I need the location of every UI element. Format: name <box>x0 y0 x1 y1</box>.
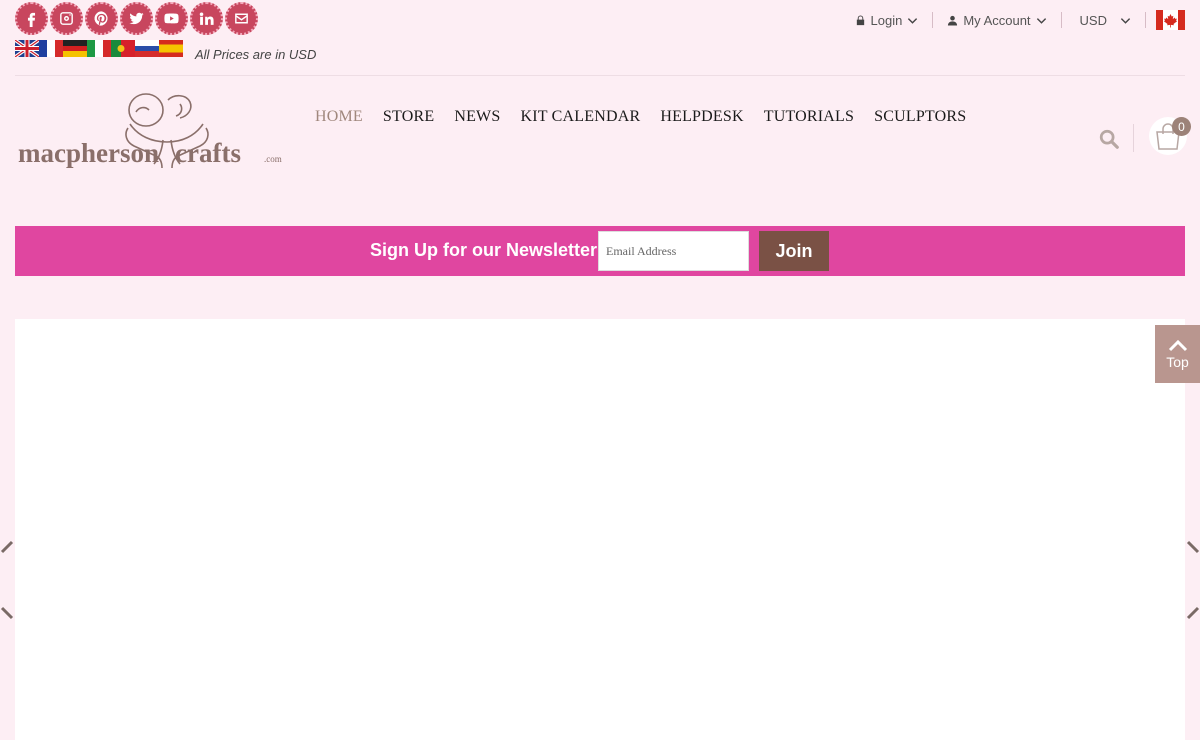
language-flags <box>15 40 183 57</box>
newsletter-bar: Sign Up for our Newsletter Join <box>15 226 1185 276</box>
back-to-top-button[interactable]: Top <box>1155 325 1200 383</box>
flag-portugal-icon[interactable] <box>111 40 135 57</box>
join-button[interactable]: Join <box>759 231 829 271</box>
nav-sculptors[interactable]: SCULPTORS <box>874 108 966 126</box>
nav-store[interactable]: STORE <box>383 108 434 126</box>
twitter-icon[interactable] <box>120 2 153 35</box>
youtube-icon[interactable] <box>155 2 188 35</box>
pinterest-icon[interactable] <box>85 2 118 35</box>
my-account-link[interactable]: My Account <box>933 13 1060 28</box>
main-nav: HOME STORE NEWS KIT CALENDAR HELPDESK TU… <box>315 108 986 126</box>
nav-helpdesk[interactable]: HELPDESK <box>660 108 743 126</box>
back-to-top-label: Top <box>1166 354 1189 370</box>
divider <box>1145 12 1146 28</box>
login-link[interactable]: Login <box>841 13 933 28</box>
currency-selector[interactable]: USD <box>1062 13 1145 28</box>
top-bar-menu: Login My Account USD <box>841 10 1185 30</box>
chevron-right-icon <box>1186 606 1200 620</box>
hero-slider <box>15 319 1185 740</box>
lock-icon <box>856 14 864 25</box>
search-icon[interactable] <box>1098 128 1120 150</box>
chevron-down-icon <box>1036 17 1046 24</box>
slider-next-button[interactable] <box>1186 538 1200 568</box>
chevron-right-icon <box>1186 540 1200 554</box>
slider-prev-button-2[interactable] <box>0 598 14 628</box>
slider-prev-button[interactable] <box>0 538 14 568</box>
user-icon <box>948 15 958 26</box>
nav-home[interactable]: HOME <box>315 108 363 126</box>
currency-label: USD <box>1079 12 1107 28</box>
nav-tutorials[interactable]: TUTORIALS <box>764 108 854 126</box>
logo-text-left: macpherson <box>18 138 159 168</box>
chevron-down-icon <box>1120 17 1131 24</box>
my-account-label: My Account <box>963 12 1031 28</box>
flag-russia-icon[interactable] <box>135 40 159 57</box>
login-label: Login <box>870 12 903 28</box>
newsletter-label: Sign Up for our Newsletter <box>370 240 598 260</box>
prices-note: All Prices are in USD <box>195 47 317 62</box>
flag-france-icon[interactable] <box>39 40 63 57</box>
cart-count-badge: 0 <box>1172 117 1191 136</box>
linkedin-icon[interactable] <box>190 2 223 35</box>
email-icon[interactable] <box>225 2 258 35</box>
flag-uk-icon[interactable] <box>15 40 39 57</box>
chevron-left-icon <box>0 540 14 554</box>
flag-canada-icon[interactable] <box>1156 10 1185 30</box>
header-divider <box>15 75 1185 76</box>
facebook-icon[interactable] <box>15 2 48 35</box>
divider <box>1133 124 1134 152</box>
flag-spain-icon[interactable] <box>159 40 183 57</box>
site-logo[interactable]: macpherson crafts .com <box>18 90 284 172</box>
email-input[interactable] <box>598 231 749 271</box>
slider-next-button-2[interactable] <box>1186 598 1200 628</box>
flag-germany-icon[interactable] <box>63 40 87 57</box>
chevron-down-icon <box>908 17 918 24</box>
logo-text-right: crafts <box>175 138 241 168</box>
flag-italy-icon[interactable] <box>87 40 111 57</box>
logo-suffix: .com <box>264 154 282 164</box>
social-links <box>15 2 260 35</box>
nav-news[interactable]: NEWS <box>454 108 500 126</box>
instagram-icon[interactable] <box>50 2 83 35</box>
nav-kit-calendar[interactable]: KIT CALENDAR <box>520 108 640 126</box>
chevron-up-icon <box>1168 339 1187 352</box>
chevron-left-icon <box>0 606 14 620</box>
